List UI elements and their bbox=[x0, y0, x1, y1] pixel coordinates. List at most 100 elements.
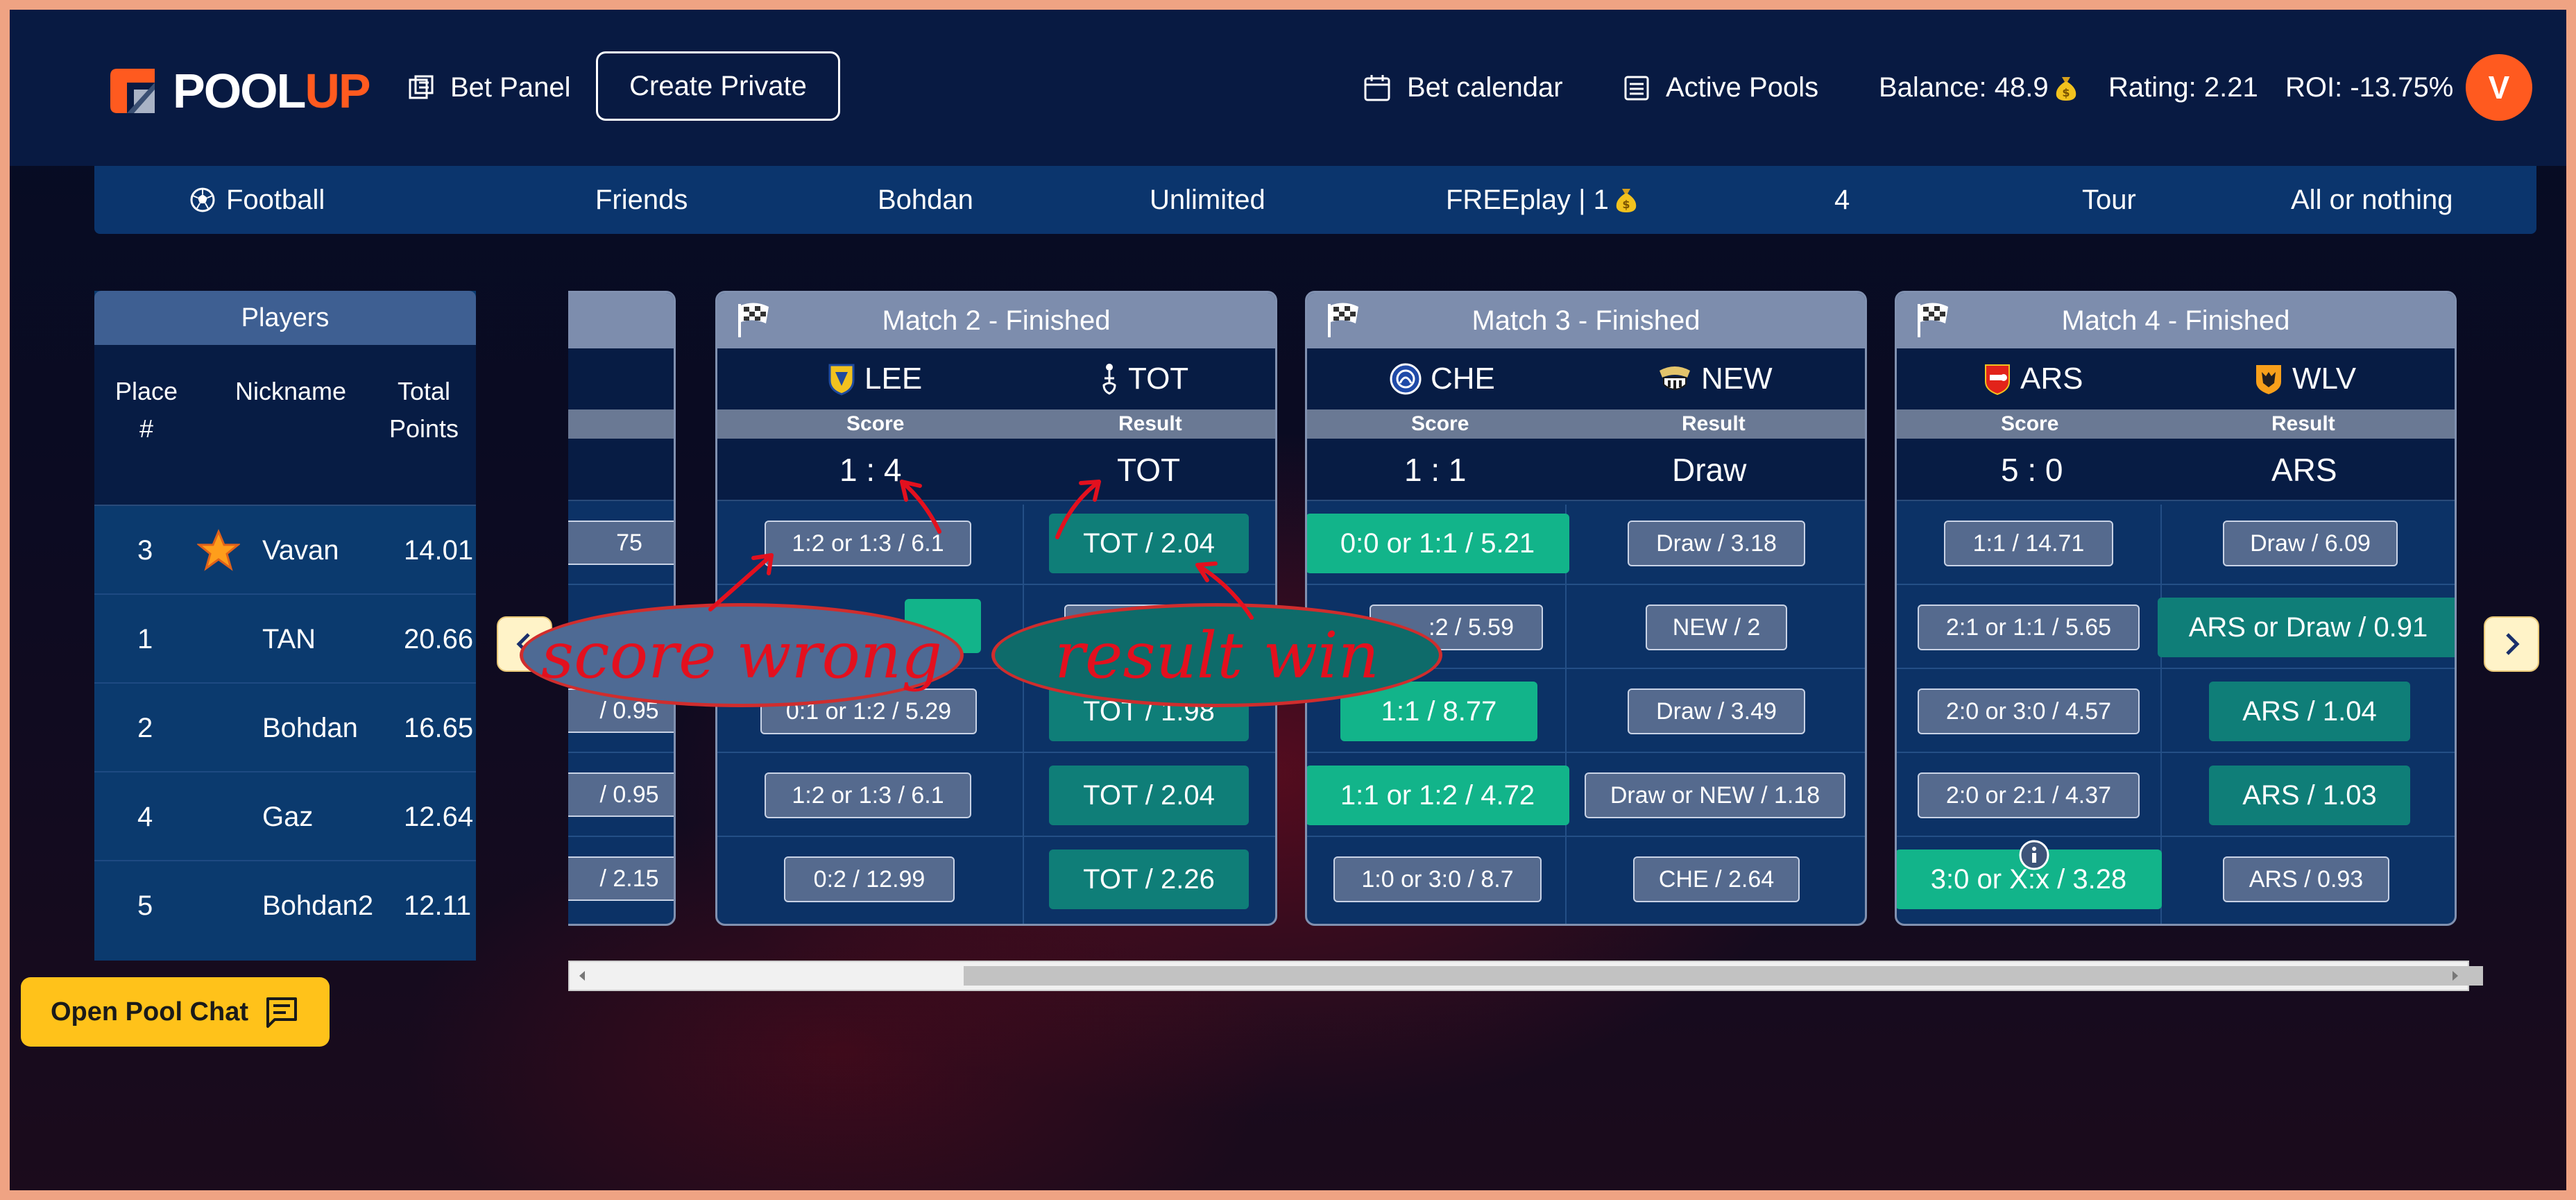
create-private-button[interactable]: Create Private bbox=[596, 51, 840, 121]
filter-mode: All or nothing bbox=[2291, 184, 2453, 215]
newcastle-crest-icon bbox=[1660, 366, 1690, 390]
result-bet: TOT / 2.26 bbox=[1049, 850, 1249, 909]
result-label: Result bbox=[2271, 412, 2335, 435]
chat-button-label: Open Pool Chat bbox=[51, 997, 248, 1026]
score-label: Score bbox=[2001, 412, 2059, 435]
balance-display: Balance: 48.9 $ bbox=[1879, 10, 2078, 166]
player-points: 16.65 bbox=[404, 712, 474, 743]
list-icon bbox=[1624, 76, 1649, 100]
bet-chip: 75 bbox=[568, 521, 674, 565]
info-icon[interactable] bbox=[2018, 839, 2050, 871]
carousel-scrollbar[interactable] bbox=[568, 961, 2483, 991]
result-bet: TOT / 2.04 bbox=[1049, 514, 1249, 573]
filter-limit: Unlimited bbox=[1150, 184, 1265, 215]
bet-chip: / 0.95 bbox=[568, 772, 674, 817]
player-nickname: TAN bbox=[262, 623, 316, 654]
col-place: Place # bbox=[114, 377, 178, 443]
rating-display: Rating: 2.21 bbox=[2108, 72, 2258, 103]
score-bet: 1:1 / 14.71 bbox=[1944, 521, 2113, 566]
away-team-name: NEW bbox=[1701, 362, 1773, 396]
bet-panel-icon bbox=[409, 75, 434, 99]
score-bet: 1:2 or 1:3 / 6.1 bbox=[765, 772, 971, 818]
match-title: Match 3 - Finished bbox=[1472, 305, 1700, 336]
result-bet: CHE / 2.64 bbox=[1633, 856, 1800, 902]
active-pools-link[interactable]: Active Pools bbox=[1623, 10, 1818, 166]
bet-calendar-label: Bet calendar bbox=[1407, 72, 1563, 103]
result-bet: TOT / 2.04 bbox=[1049, 766, 1249, 825]
arsenal-crest-icon bbox=[1985, 364, 2010, 396]
col-points: Total Points bbox=[389, 377, 459, 443]
filter-sport-label: Football bbox=[226, 184, 325, 215]
match-card: Match 4 - Finished ARS WLV Score Result … bbox=[1895, 291, 2457, 926]
balance-value: Balance: 48.9 bbox=[1879, 72, 2049, 103]
player-nickname: Bohdan bbox=[262, 712, 358, 743]
match-title: Match 4 - Finished bbox=[2061, 305, 2290, 336]
final-score: 1 : 4 bbox=[839, 452, 902, 488]
filter-entry: FREEplay | 1 $ bbox=[1446, 166, 1638, 234]
away-team: WLV bbox=[2253, 348, 2356, 409]
carousel-next-button[interactable] bbox=[2484, 616, 2539, 672]
user-avatar[interactable]: V bbox=[2466, 54, 2532, 121]
score-bet: 1:1 or 1:2 / 4.72 bbox=[1307, 766, 1569, 825]
match-card: Match 3 - Finished CHE NEW Score Result … bbox=[1305, 291, 1867, 926]
player-row[interactable]: 4 Gaz 12.64 bbox=[94, 772, 476, 861]
logo-icon bbox=[110, 69, 155, 113]
score-bet: 2:0 or 2:1 / 4.37 bbox=[1918, 772, 2140, 818]
chevron-right-icon bbox=[2506, 633, 2520, 655]
chelsea-crest-icon bbox=[1390, 363, 1422, 395]
player-place: 5 bbox=[137, 890, 153, 921]
result-bet: ARS or Draw / 0.91 bbox=[2158, 598, 2455, 657]
score-bet: 0:2 / 12.99 bbox=[784, 856, 955, 902]
logo-text-up: UP bbox=[305, 64, 370, 118]
filter-players-count: 4 bbox=[1834, 184, 1850, 215]
score-bet: 0:0 or 1:1 / 5.21 bbox=[1307, 514, 1569, 573]
player-nickname: Vavan bbox=[262, 534, 339, 566]
score-label: Score bbox=[1411, 412, 1469, 435]
final-score: 5 : 0 bbox=[2001, 452, 2063, 488]
filter-sport: Football bbox=[189, 166, 325, 234]
score-label: Score bbox=[846, 412, 905, 435]
active-pools-label: Active Pools bbox=[1666, 72, 1819, 103]
annotation-result-win: result win bbox=[991, 603, 1442, 707]
player-row[interactable]: 5 Bohdan2 12.11 bbox=[94, 861, 476, 950]
tottenham-crest-icon bbox=[1102, 364, 1116, 395]
home-team-name: LEE bbox=[864, 362, 923, 396]
away-team-name: TOT bbox=[1128, 362, 1189, 396]
filter-entry-label: FREEplay | 1 bbox=[1446, 184, 1609, 215]
away-team: NEW bbox=[1657, 348, 1773, 409]
roi-display: ROI: -13.75% bbox=[2285, 72, 2454, 103]
app-frame: POOLUP Bet Panel Create Private Bet cale… bbox=[10, 10, 2566, 1190]
wolves-crest-icon bbox=[2256, 365, 2281, 394]
player-row[interactable]: 1 TAN 20.66 bbox=[94, 595, 476, 684]
player-row[interactable]: 3 Vavan 14.01 bbox=[94, 506, 476, 595]
svg-text:$: $ bbox=[2062, 86, 2070, 99]
filter-owner: Bohdan bbox=[878, 184, 973, 215]
annotation-score-wrong: score wrong bbox=[520, 603, 964, 707]
logo[interactable]: POOLUP bbox=[103, 60, 371, 122]
calendar-icon bbox=[1364, 74, 1390, 101]
logo-text-pool: POOL bbox=[173, 64, 306, 118]
money-bag-icon: $ bbox=[2056, 76, 2076, 101]
result-bet: Draw / 3.18 bbox=[1628, 521, 1805, 566]
player-place: 4 bbox=[137, 801, 153, 832]
player-place: 2 bbox=[137, 712, 153, 743]
result-bet: ARS / 1.03 bbox=[2209, 766, 2410, 825]
money-bag-icon: $ bbox=[1616, 189, 1637, 212]
bet-panel-link[interactable]: Bet Panel bbox=[407, 10, 570, 166]
chat-icon bbox=[266, 997, 297, 1028]
scroll-right-icon[interactable] bbox=[2448, 969, 2462, 983]
top-bar: POOLUP Bet Panel Create Private Bet cale… bbox=[10, 10, 2566, 166]
scroll-left-icon[interactable] bbox=[575, 969, 589, 983]
open-pool-chat-button[interactable]: Open Pool Chat bbox=[21, 977, 330, 1047]
home-team-name: ARS bbox=[2020, 362, 2083, 396]
home-team: LEE bbox=[827, 348, 922, 409]
svg-text:$: $ bbox=[1622, 198, 1630, 211]
filter-format: Tour bbox=[2082, 184, 2136, 215]
final-result: Draw bbox=[1672, 452, 1747, 488]
result-bet: NEW / 2 bbox=[1646, 605, 1787, 650]
player-row[interactable]: 2 Bohdan 16.65 bbox=[94, 684, 476, 772]
home-team: CHE bbox=[1389, 348, 1495, 409]
bet-calendar-link[interactable]: Bet calendar bbox=[1363, 10, 1563, 166]
scrollbar-thumb[interactable] bbox=[964, 966, 2483, 986]
players-title: Players bbox=[94, 291, 476, 345]
